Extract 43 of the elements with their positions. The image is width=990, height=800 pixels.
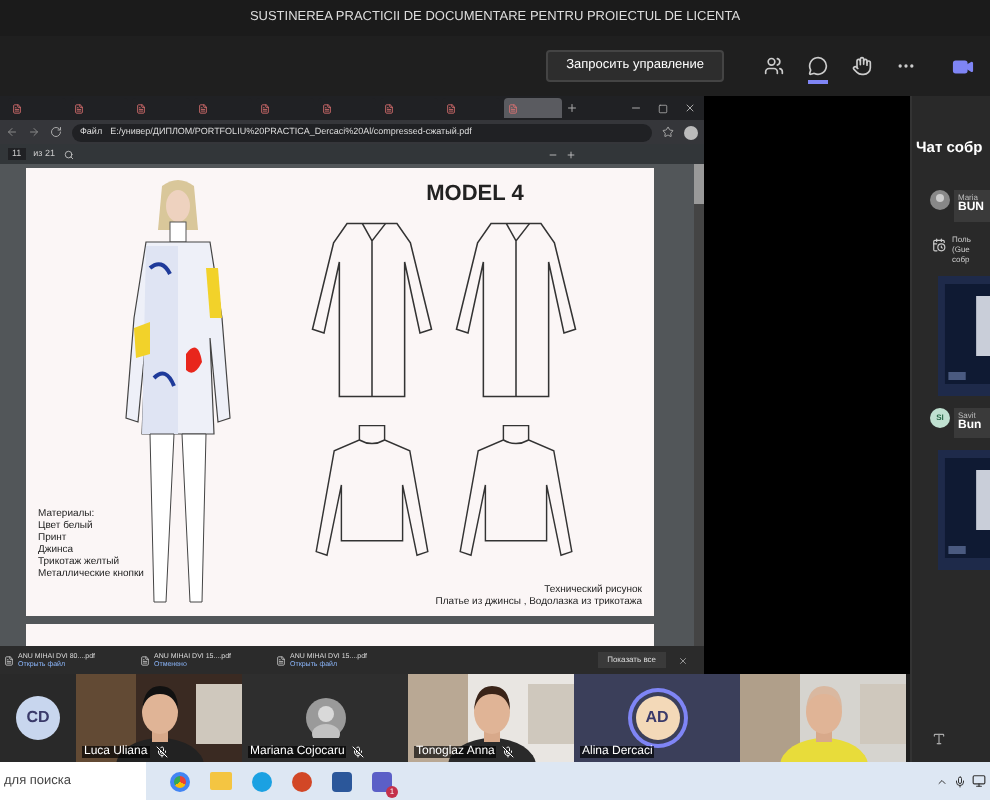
scrollbar[interactable] — [694, 164, 704, 646]
new-tab-icon[interactable] — [566, 102, 578, 114]
calendar-icon — [932, 237, 946, 252]
monitor-icon[interactable] — [972, 774, 986, 788]
tab-favicon-icon — [260, 103, 270, 113]
file-icon — [276, 655, 286, 665]
microphone-icon[interactable] — [954, 775, 966, 787]
browser-app-icon[interactable] — [252, 771, 272, 791]
search-icon[interactable] — [63, 149, 74, 159]
slides-app-icon[interactable] — [292, 771, 312, 791]
tab-favicon-icon — [136, 103, 146, 113]
tab-favicon-icon — [74, 103, 84, 113]
avatar: CD — [16, 696, 60, 740]
tab-favicon-icon — [508, 103, 518, 113]
forward-icon[interactable] — [28, 126, 40, 138]
document-app-icon[interactable] — [332, 771, 352, 791]
people-icon[interactable] — [764, 56, 784, 76]
chat-app-icon[interactable] — [372, 771, 392, 791]
browser-app-icon[interactable] — [170, 771, 190, 791]
file-icon — [4, 655, 14, 665]
maximize-icon[interactable] — [658, 103, 668, 113]
zoom-in-icon[interactable] — [566, 149, 576, 159]
file-icon — [140, 655, 150, 665]
reload-icon[interactable] — [50, 126, 62, 138]
close-icon[interactable] — [684, 102, 696, 114]
tab-favicon-icon — [198, 103, 208, 113]
tab-favicon-icon — [322, 103, 332, 113]
avatar: AD — [635, 696, 679, 740]
zoom-out-icon[interactable] — [548, 149, 558, 159]
format-icon[interactable] — [932, 732, 946, 746]
tab-favicon-icon — [384, 103, 394, 113]
star-icon[interactable] — [662, 126, 674, 138]
avatar — [930, 190, 950, 211]
camera-icon[interactable] — [952, 55, 974, 77]
chat-icon[interactable] — [808, 56, 828, 77]
profile-avatar[interactable] — [684, 125, 698, 139]
chevron-up-icon[interactable] — [936, 775, 948, 787]
minimize-icon[interactable] — [630, 102, 642, 114]
tab-favicon-icon — [446, 103, 456, 113]
back-icon[interactable] — [6, 126, 18, 138]
hand-icon[interactable] — [852, 56, 872, 76]
model-title: MODEL 4 — [426, 184, 524, 206]
tab-favicon-icon — [12, 103, 22, 113]
